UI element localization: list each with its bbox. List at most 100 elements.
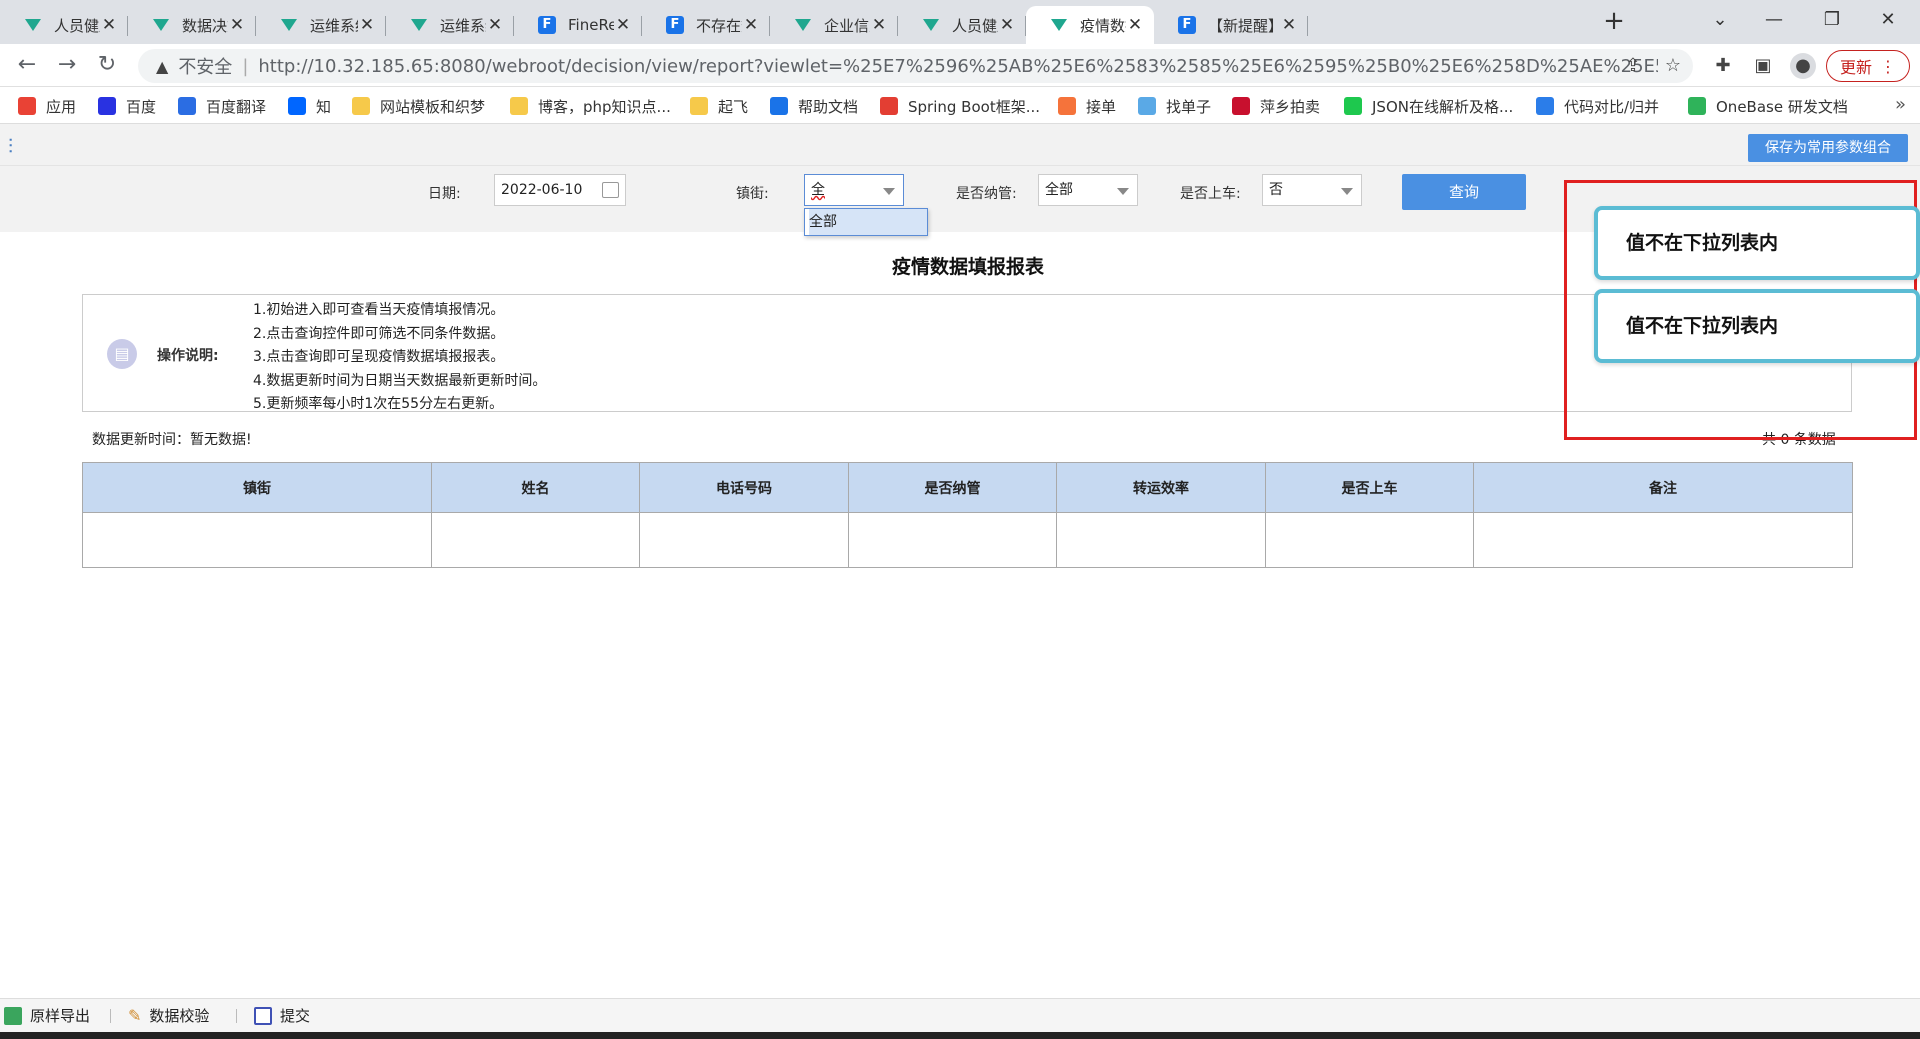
reload-icon[interactable]: ↻ bbox=[92, 51, 122, 81]
back-arrow-icon[interactable]: ← bbox=[12, 51, 42, 81]
browser-tab[interactable]: 疫情数据填✕ bbox=[1026, 6, 1154, 44]
restore-icon[interactable]: ❐ bbox=[1812, 4, 1852, 36]
tab-close-icon[interactable]: ✕ bbox=[1126, 15, 1144, 35]
date-label: 日期: bbox=[428, 186, 461, 202]
leaf-icon bbox=[922, 16, 940, 34]
browser-tab[interactable]: 人员健康码✕ bbox=[898, 6, 1026, 44]
export-button[interactable]: 原样导出 bbox=[4, 1005, 90, 1026]
onboard-combo[interactable]: 否 bbox=[1262, 174, 1362, 206]
profile-avatar-icon[interactable]: ● bbox=[1790, 53, 1816, 79]
side-panel-icon[interactable]: ▣ bbox=[1750, 53, 1776, 79]
browser-tab[interactable]: 运维系统报✕ bbox=[256, 6, 386, 44]
bookmark-item[interactable]: JSON在线解析及格... bbox=[1344, 94, 1513, 118]
update-button[interactable]: 更新 ⋮ bbox=[1826, 50, 1910, 82]
chevron-down-icon[interactable] bbox=[1341, 188, 1353, 195]
share-icon[interactable]: ⇪ bbox=[1620, 53, 1646, 79]
bookmarks-overflow-icon[interactable]: » bbox=[1895, 94, 1906, 115]
bookmark-item[interactable]: 百度翻译 bbox=[178, 94, 266, 118]
bookmark-label: 百度 bbox=[126, 97, 157, 116]
new-tab-button[interactable]: + bbox=[1600, 6, 1628, 38]
browser-tab[interactable]: 数据决策系✕ bbox=[128, 6, 256, 44]
tab-title: 数据决策系 bbox=[182, 16, 228, 35]
submit-button[interactable]: 提交 bbox=[254, 1005, 310, 1026]
column-header: 备注 bbox=[1473, 462, 1853, 513]
tab-close-icon[interactable]: ✕ bbox=[486, 15, 504, 35]
bookmark-item[interactable]: 知 bbox=[288, 94, 331, 118]
minimize-icon[interactable]: — bbox=[1754, 4, 1794, 36]
bookmark-item[interactable]: 博客，php知识点... bbox=[510, 94, 671, 118]
instruction-line: 1.初始进入即可查看当天疫情填报情况。 bbox=[253, 302, 505, 318]
managed-label: 是否纳管: bbox=[956, 186, 1017, 202]
tab-close-icon[interactable]: ✕ bbox=[358, 15, 376, 35]
bookmark-item[interactable]: 帮助文档 bbox=[770, 94, 858, 118]
bookmark-item[interactable]: 萍乡拍卖 bbox=[1232, 94, 1320, 118]
browser-tab[interactable]: F 【新提醒】 ✕ bbox=[1154, 6, 1308, 44]
table-cell[interactable] bbox=[639, 512, 849, 568]
validation-tooltip: 值不在下拉列表内 bbox=[1594, 206, 1920, 280]
table-cell[interactable] bbox=[1265, 512, 1474, 568]
managed-combo[interactable]: 全部 bbox=[1038, 174, 1138, 206]
instruction-line: 3.点击查询即可呈现疫情数据填报报表。 bbox=[253, 349, 505, 365]
baidu-paw-icon bbox=[98, 97, 116, 115]
leaf-icon bbox=[794, 16, 812, 34]
bookmark-star-icon[interactable]: ☆ bbox=[1660, 53, 1686, 79]
table-cell[interactable] bbox=[1473, 512, 1853, 568]
browser-tab[interactable]: 运维系统报✕ bbox=[386, 6, 514, 44]
date-field[interactable]: 2022-06-10 bbox=[494, 174, 626, 206]
tab-close-icon[interactable]: ✕ bbox=[870, 15, 888, 35]
validate-button[interactable]: ✎ 数据校验 bbox=[128, 1005, 209, 1026]
tab-close-icon[interactable]: ✕ bbox=[614, 15, 632, 35]
dropdown-option-all[interactable]: 全部 bbox=[809, 209, 927, 235]
browser-tab[interactable]: 企业信息✕ bbox=[770, 6, 898, 44]
finereport-icon: F bbox=[1178, 16, 1196, 34]
calendar-icon[interactable] bbox=[602, 182, 619, 198]
chevron-down-icon[interactable] bbox=[1117, 188, 1129, 195]
table-cell[interactable] bbox=[848, 512, 1057, 568]
bookmark-label: 起飞 bbox=[718, 97, 749, 116]
tab-close-icon[interactable]: ✕ bbox=[100, 15, 118, 35]
url-text[interactable]: http://10.32.185.65:8080/webroot/decisio… bbox=[258, 56, 1658, 77]
browser-tab[interactable]: F FineReport✕ bbox=[514, 6, 642, 44]
save-param-combo-button[interactable]: 保存为常用参数组合 bbox=[1748, 134, 1908, 162]
bookmark-item[interactable]: Spring Boot框架... bbox=[880, 94, 1040, 118]
bookmark-item[interactable]: 找单子 bbox=[1138, 94, 1211, 118]
bookmark-item[interactable]: 起飞 bbox=[690, 94, 748, 118]
tab-close-icon[interactable]: ✕ bbox=[998, 15, 1016, 35]
forward-arrow-icon[interactable]: → bbox=[52, 51, 82, 81]
validate-label: 数据校验 bbox=[149, 1007, 210, 1025]
query-button[interactable]: 查询 bbox=[1402, 174, 1526, 210]
table-cell[interactable] bbox=[82, 512, 432, 568]
order-icon bbox=[1058, 97, 1076, 115]
insecure-label: 不安全 bbox=[178, 57, 233, 78]
tab-close-icon[interactable]: ✕ bbox=[228, 15, 246, 35]
bookmark-label: 萍乡拍卖 bbox=[1260, 97, 1321, 116]
json-icon bbox=[1344, 97, 1362, 115]
browser-tab[interactable]: 人员健康码✕ bbox=[0, 6, 128, 44]
tab-title: 【新提醒】 bbox=[1208, 16, 1280, 35]
town-combo[interactable]: 全 bbox=[804, 174, 904, 206]
bookmark-label: JSON在线解析及格... bbox=[1372, 97, 1514, 116]
filter-sliders-icon[interactable]: ⫶ bbox=[8, 134, 13, 158]
bookmark-item[interactable]: OneBase 研发文档 bbox=[1688, 94, 1848, 118]
tab-close-icon[interactable]: ✕ bbox=[1280, 15, 1298, 35]
table-cell[interactable] bbox=[1056, 512, 1266, 568]
onboard-value: 否 bbox=[1269, 182, 1283, 198]
window-close-icon[interactable]: ✕ bbox=[1868, 4, 1908, 36]
tab-close-icon[interactable]: ✕ bbox=[742, 15, 760, 35]
tab-search-icon[interactable]: ⌄ bbox=[1700, 4, 1740, 36]
bookmark-item[interactable]: 网站模板和织梦 bbox=[352, 94, 485, 118]
bookmark-item[interactable]: 百度 bbox=[98, 94, 156, 118]
bookmark-item[interactable]: 代码对比/归并 bbox=[1536, 94, 1659, 118]
bookmark-item[interactable]: 接单 bbox=[1058, 94, 1116, 118]
folder-icon bbox=[352, 97, 370, 115]
address-bar[interactable]: ▲ 不安全 | http://10.32.185.65:8080/webroot… bbox=[138, 49, 1693, 83]
table-cell[interactable] bbox=[431, 512, 640, 568]
bookmark-item[interactable]: 应用 bbox=[18, 94, 76, 118]
finereport-icon bbox=[770, 97, 788, 115]
extensions-puzzle-icon[interactable]: ✚ bbox=[1710, 53, 1736, 79]
browser-tab[interactable]: F 不存在数据✕ bbox=[642, 6, 770, 44]
warning-triangle-icon: ▲ bbox=[156, 56, 169, 76]
chevron-down-icon[interactable] bbox=[883, 188, 895, 195]
tab-title: 疫情数据填 bbox=[1080, 16, 1126, 35]
onebase-icon bbox=[1688, 97, 1706, 115]
